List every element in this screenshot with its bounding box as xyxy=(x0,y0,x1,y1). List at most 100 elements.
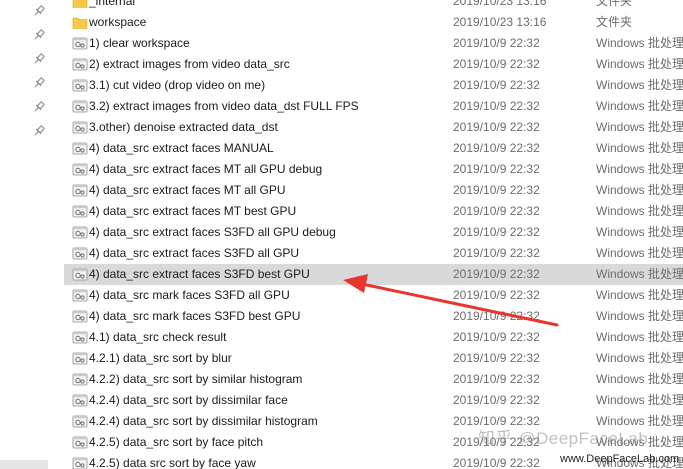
file-row[interactable]: 4.2.5) data src sort by face yaw 2019/10/… xyxy=(64,453,683,469)
file-row[interactable]: 4.2.4) data_src sort by dissimilar face 2… xyxy=(64,390,683,411)
batch-file-icon xyxy=(72,120,88,135)
batch-file-icon xyxy=(72,183,88,198)
file-modified-date: 2019/10/9 22:32 xyxy=(453,414,540,428)
file-row[interactable]: 4) data_src extract faces MT all GPU deb… xyxy=(64,159,683,180)
file-row-selected[interactable]: 4) data_src extract faces S3FD best GPU 2… xyxy=(64,264,683,285)
file-modified-date: 2019/10/9 22:32 xyxy=(453,120,540,134)
file-modified-date: 2019/10/9 22:32 xyxy=(453,183,540,197)
file-type: Windows 批处理 xyxy=(596,99,683,113)
file-row[interactable]: 3.other) denoise extracted data_dst 2019/… xyxy=(64,117,683,138)
file-name: 4) data_src extract faces MANUAL xyxy=(89,141,274,155)
file-explorer-window: _internal 2019/10/23 13:16 文件夹 workspace 201… xyxy=(0,0,683,469)
file-type: Windows 批处理 xyxy=(596,288,683,302)
file-type: Windows 批处理 xyxy=(596,246,683,260)
file-name: 4) data_src mark faces S3FD best GPU xyxy=(89,309,301,323)
file-name: 4) data_src extract faces S3FD all GPU d… xyxy=(89,225,336,239)
file-row[interactable]: workspace 2019/10/23 13:16 文件夹 xyxy=(64,12,683,33)
file-row[interactable]: 3.2) extract images from video data_dst … xyxy=(64,96,683,117)
file-modified-date: 2019/10/9 22:32 xyxy=(453,435,540,449)
pin-icon[interactable] xyxy=(32,76,46,90)
batch-file-icon xyxy=(72,57,88,72)
file-modified-date: 2019/10/9 22:32 xyxy=(453,57,540,71)
batch-file-icon xyxy=(72,225,88,240)
file-row[interactable]: 2) extract images from video data_src 201… xyxy=(64,54,683,75)
file-type: Windows 批处理 xyxy=(596,162,683,176)
file-row[interactable]: 3.1) cut video (drop video on me) 2019/10… xyxy=(64,75,683,96)
file-modified-date: 2019/10/9 22:32 xyxy=(453,78,540,92)
file-name: 4.1) data_src check result xyxy=(89,330,227,344)
file-modified-date: 2019/10/9 22:32 xyxy=(453,288,540,302)
folder-icon xyxy=(72,15,88,30)
file-type: Windows 批处理 xyxy=(596,225,683,239)
file-name: 4.2.4) data_src sort by dissimilar face xyxy=(89,393,288,407)
file-row[interactable]: 4.1) data_src check result 2019/10/9 22:3… xyxy=(64,327,683,348)
file-type: Windows 批处理 xyxy=(596,435,683,449)
file-row[interactable]: 4) data_src extract faces S3FD all GPU 20… xyxy=(64,243,683,264)
file-name: 4.2.4) data_src sort by dissimilar histo… xyxy=(89,414,318,428)
file-modified-date: 2019/10/9 22:32 xyxy=(453,456,540,469)
pin-icon[interactable] xyxy=(32,28,46,42)
file-name: 4.2.5) data_src sort by face pitch xyxy=(89,435,264,449)
batch-file-icon xyxy=(72,36,88,51)
file-name: 4) data_src extract faces S3FD all GPU xyxy=(89,246,300,260)
file-row[interactable]: 4.2.4) data_src sort by dissimilar histo… xyxy=(64,411,683,432)
file-name: 3.other) denoise extracted data_dst xyxy=(89,120,278,134)
file-row[interactable]: 4) data_src mark faces S3FD all GPU 2019/… xyxy=(64,285,683,306)
file-type: Windows 批处理 xyxy=(596,351,683,365)
file-modified-date: 2019/10/9 22:32 xyxy=(453,309,540,323)
file-type: Windows 批处理 xyxy=(596,309,683,323)
batch-file-icon xyxy=(72,456,88,469)
batch-file-icon xyxy=(72,414,88,429)
file-name: 3.1) cut video (drop video on me) xyxy=(89,78,266,92)
pin-icon[interactable] xyxy=(32,100,46,114)
file-modified-date: 2019/10/9 22:32 xyxy=(453,267,540,281)
file-row[interactable]: 4.2.5) data_src sort by face pitch 2019/1… xyxy=(64,432,683,453)
file-name: 4.2.2) data_src sort by similar histogra… xyxy=(89,372,303,386)
batch-file-icon xyxy=(72,99,88,114)
batch-file-icon xyxy=(72,309,88,324)
file-type: Windows 批处理 xyxy=(596,267,683,281)
file-name: 4) data_src extract faces S3FD best GPU xyxy=(89,267,310,281)
file-type: Windows 批处理 xyxy=(596,204,683,218)
pin-icon[interactable] xyxy=(32,124,46,138)
file-type: Windows 批处理 xyxy=(596,372,683,386)
file-modified-date: 2019/10/9 22:32 xyxy=(453,99,540,113)
file-row[interactable]: 4.2.2) data_src sort by similar histogra… xyxy=(64,369,683,390)
file-row[interactable]: _internal 2019/10/23 13:16 文件夹 xyxy=(64,0,683,12)
file-row[interactable]: 4) data_src extract faces MT best GPU 201… xyxy=(64,201,683,222)
folder-icon xyxy=(72,0,88,9)
batch-file-icon xyxy=(72,78,88,93)
pin-icon[interactable] xyxy=(32,52,46,66)
file-row[interactable]: 1) clear workspace 2019/10/9 22:32 Windows… xyxy=(64,33,683,54)
file-row[interactable]: 4.2.1) data_src sort by blur 2019/10/9 22… xyxy=(64,348,683,369)
file-type: 文件夹 xyxy=(596,15,633,29)
file-row[interactable]: 4) data_src mark faces S3FD best GPU 2019… xyxy=(64,306,683,327)
navigation-scrollbar[interactable] xyxy=(0,460,48,469)
file-modified-date: 2019/10/9 22:32 xyxy=(453,204,540,218)
batch-file-icon xyxy=(72,330,88,345)
file-name: 4) data_src mark faces S3FD all GPU xyxy=(89,288,290,302)
file-modified-date: 2019/10/9 22:32 xyxy=(453,162,540,176)
file-modified-date: 2019/10/9 22:32 xyxy=(453,330,540,344)
batch-file-icon xyxy=(72,162,88,177)
file-type: Windows 批处理 xyxy=(596,330,683,344)
batch-file-icon xyxy=(72,267,88,282)
file-modified-date: 2019/10/9 22:32 xyxy=(453,225,540,239)
batch-file-icon xyxy=(72,141,88,156)
file-name: 4) data_src extract faces MT all GPU deb… xyxy=(89,162,323,176)
file-row[interactable]: 4) data_src extract faces S3FD all GPU d… xyxy=(64,222,683,243)
batch-file-icon xyxy=(72,435,88,450)
file-modified-date: 2019/10/23 13:16 xyxy=(453,15,547,29)
file-type: Windows 批处理 xyxy=(596,141,683,155)
pin-icon[interactable] xyxy=(32,4,46,18)
file-type: Windows 批处理 xyxy=(596,414,683,428)
file-row[interactable]: 4) data_src extract faces MANUAL 2019/10/… xyxy=(64,138,683,159)
navigation-pane xyxy=(0,0,52,469)
file-type: Windows 批处理 xyxy=(596,57,683,71)
file-name: 4.2.1) data_src sort by blur xyxy=(89,351,232,365)
file-modified-date: 2019/10/9 22:32 xyxy=(453,372,540,386)
file-row[interactable]: 4) data_src extract faces MT all GPU 2019… xyxy=(64,180,683,201)
batch-file-icon xyxy=(72,204,88,219)
file-modified-date: 2019/10/9 22:32 xyxy=(453,393,540,407)
batch-file-icon xyxy=(72,372,88,387)
